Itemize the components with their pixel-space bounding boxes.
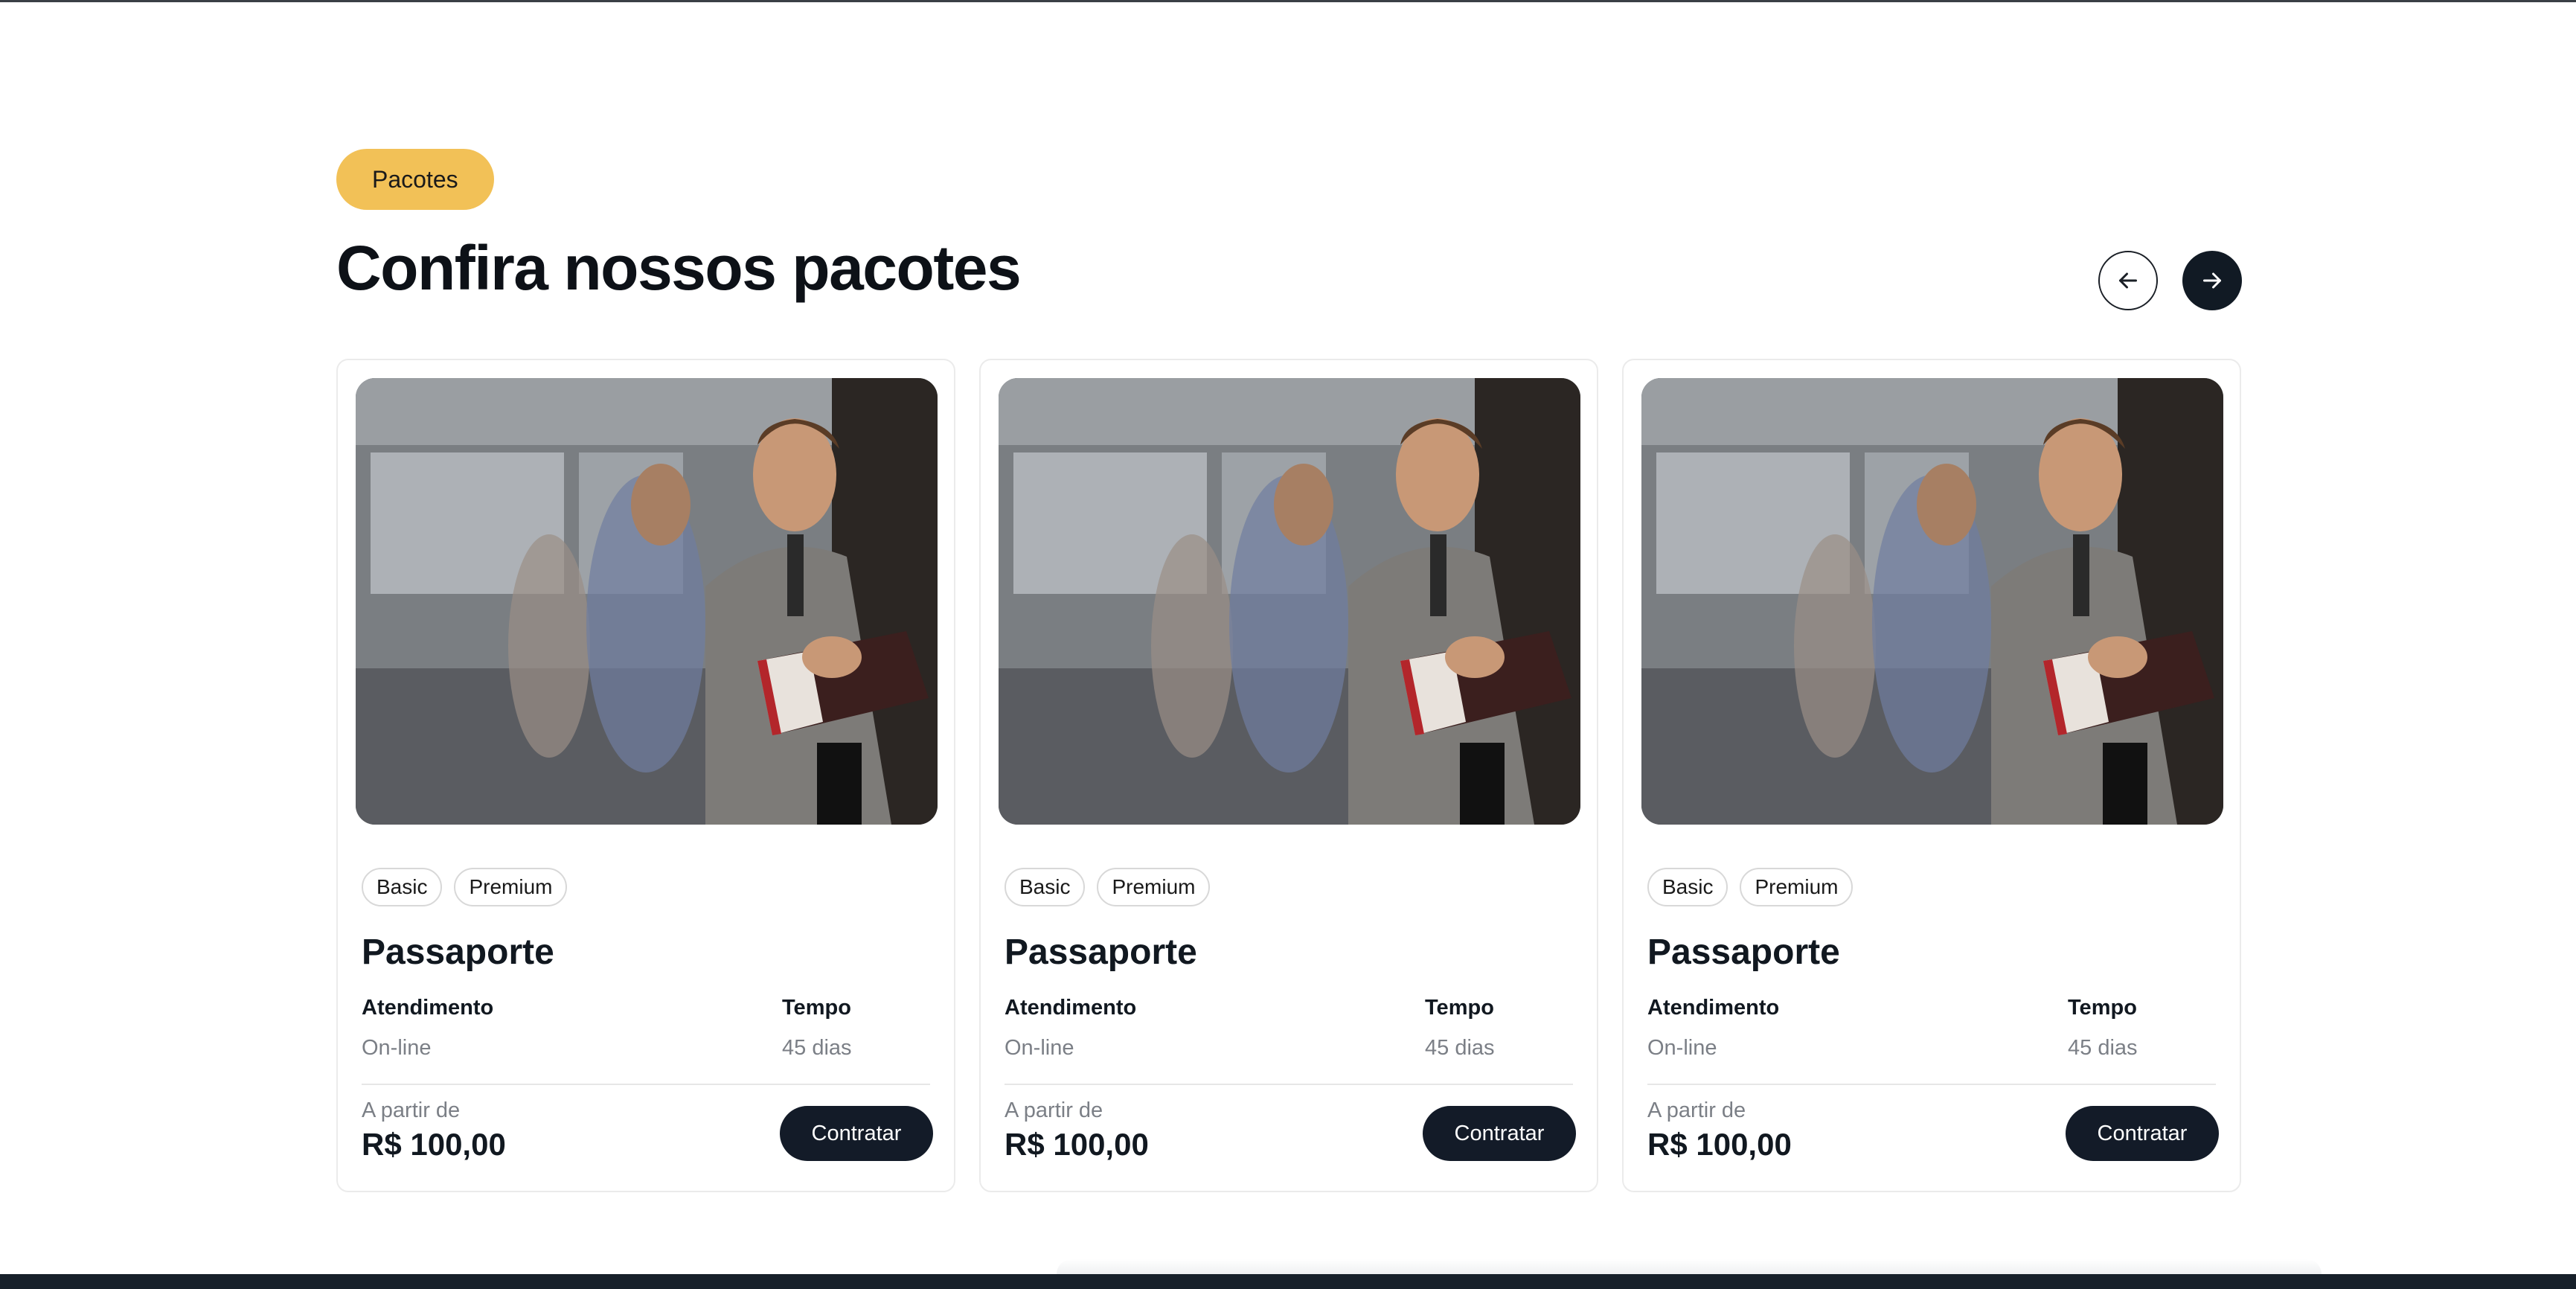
service-label: Atendimento: [1647, 996, 1780, 1020]
service-value: On-line: [362, 1036, 432, 1060]
price-value: R$ 100,00: [362, 1127, 506, 1162]
tag-list: Basic Premium: [362, 868, 568, 906]
service-label: Atendimento: [1005, 996, 1137, 1020]
passport-photo-image: [999, 378, 1580, 825]
card-title: Passaporte: [1005, 933, 1197, 972]
price-label: A partir de: [1647, 1098, 1746, 1122]
top-border: [0, 0, 2576, 2]
passport-photo-image: [356, 378, 938, 825]
time-label: Tempo: [782, 996, 851, 1020]
card-divider: [1005, 1084, 1573, 1085]
package-card: Basic Premium Passaporte Atendimento Tem…: [336, 359, 955, 1192]
price-value: R$ 100,00: [1005, 1127, 1149, 1162]
card-divider: [1647, 1084, 2216, 1085]
card-title: Passaporte: [1647, 933, 1840, 972]
arrow-right-icon: [2203, 272, 2221, 289]
package-image: [356, 378, 938, 825]
time-value: 45 dias: [2068, 1036, 2138, 1060]
time-label: Tempo: [2068, 996, 2137, 1020]
package-image: [1641, 378, 2223, 825]
card-divider: [362, 1084, 930, 1085]
section-badge: Pacotes: [336, 149, 494, 210]
time-label: Tempo: [1425, 996, 1494, 1020]
price-label: A partir de: [1005, 1098, 1103, 1122]
package-card-list: Basic Premium Passaporte Atendimento Tem…: [336, 359, 2241, 1192]
service-label: Atendimento: [362, 996, 494, 1020]
time-value: 45 dias: [782, 1036, 852, 1060]
tag-premium[interactable]: Premium: [454, 868, 568, 906]
time-value: 45 dias: [1425, 1036, 1495, 1060]
tag-list: Basic Premium: [1647, 868, 1853, 906]
price-value: R$ 100,00: [1647, 1127, 1792, 1162]
section-title: Confira nossos pacotes: [336, 233, 1022, 303]
tag-basic[interactable]: Basic: [1005, 868, 1086, 906]
card-title: Passaporte: [362, 933, 554, 972]
package-card: Basic Premium Passaporte Atendimento Tem…: [1622, 359, 2241, 1192]
contract-button[interactable]: Contratar: [2066, 1106, 2219, 1161]
tag-premium[interactable]: Premium: [1740, 868, 1853, 906]
contract-button[interactable]: Contratar: [1423, 1106, 1576, 1161]
carousel-prev-button[interactable]: [2098, 251, 2158, 310]
tag-list: Basic Premium: [1005, 868, 1211, 906]
contract-button[interactable]: Contratar: [780, 1106, 933, 1161]
package-card: Basic Premium Passaporte Atendimento Tem…: [979, 359, 1598, 1192]
package-image: [999, 378, 1580, 825]
service-value: On-line: [1647, 1036, 1717, 1060]
passport-photo-image: [1641, 378, 2223, 825]
service-value: On-line: [1005, 1036, 1074, 1060]
tag-basic[interactable]: Basic: [362, 868, 443, 906]
tag-premium[interactable]: Premium: [1097, 868, 1211, 906]
footer-edge: [0, 1274, 2576, 1289]
carousel-next-button[interactable]: [2182, 251, 2242, 310]
price-label: A partir de: [362, 1098, 461, 1122]
tag-basic[interactable]: Basic: [1647, 868, 1728, 906]
arrow-left-icon: [2119, 272, 2137, 289]
